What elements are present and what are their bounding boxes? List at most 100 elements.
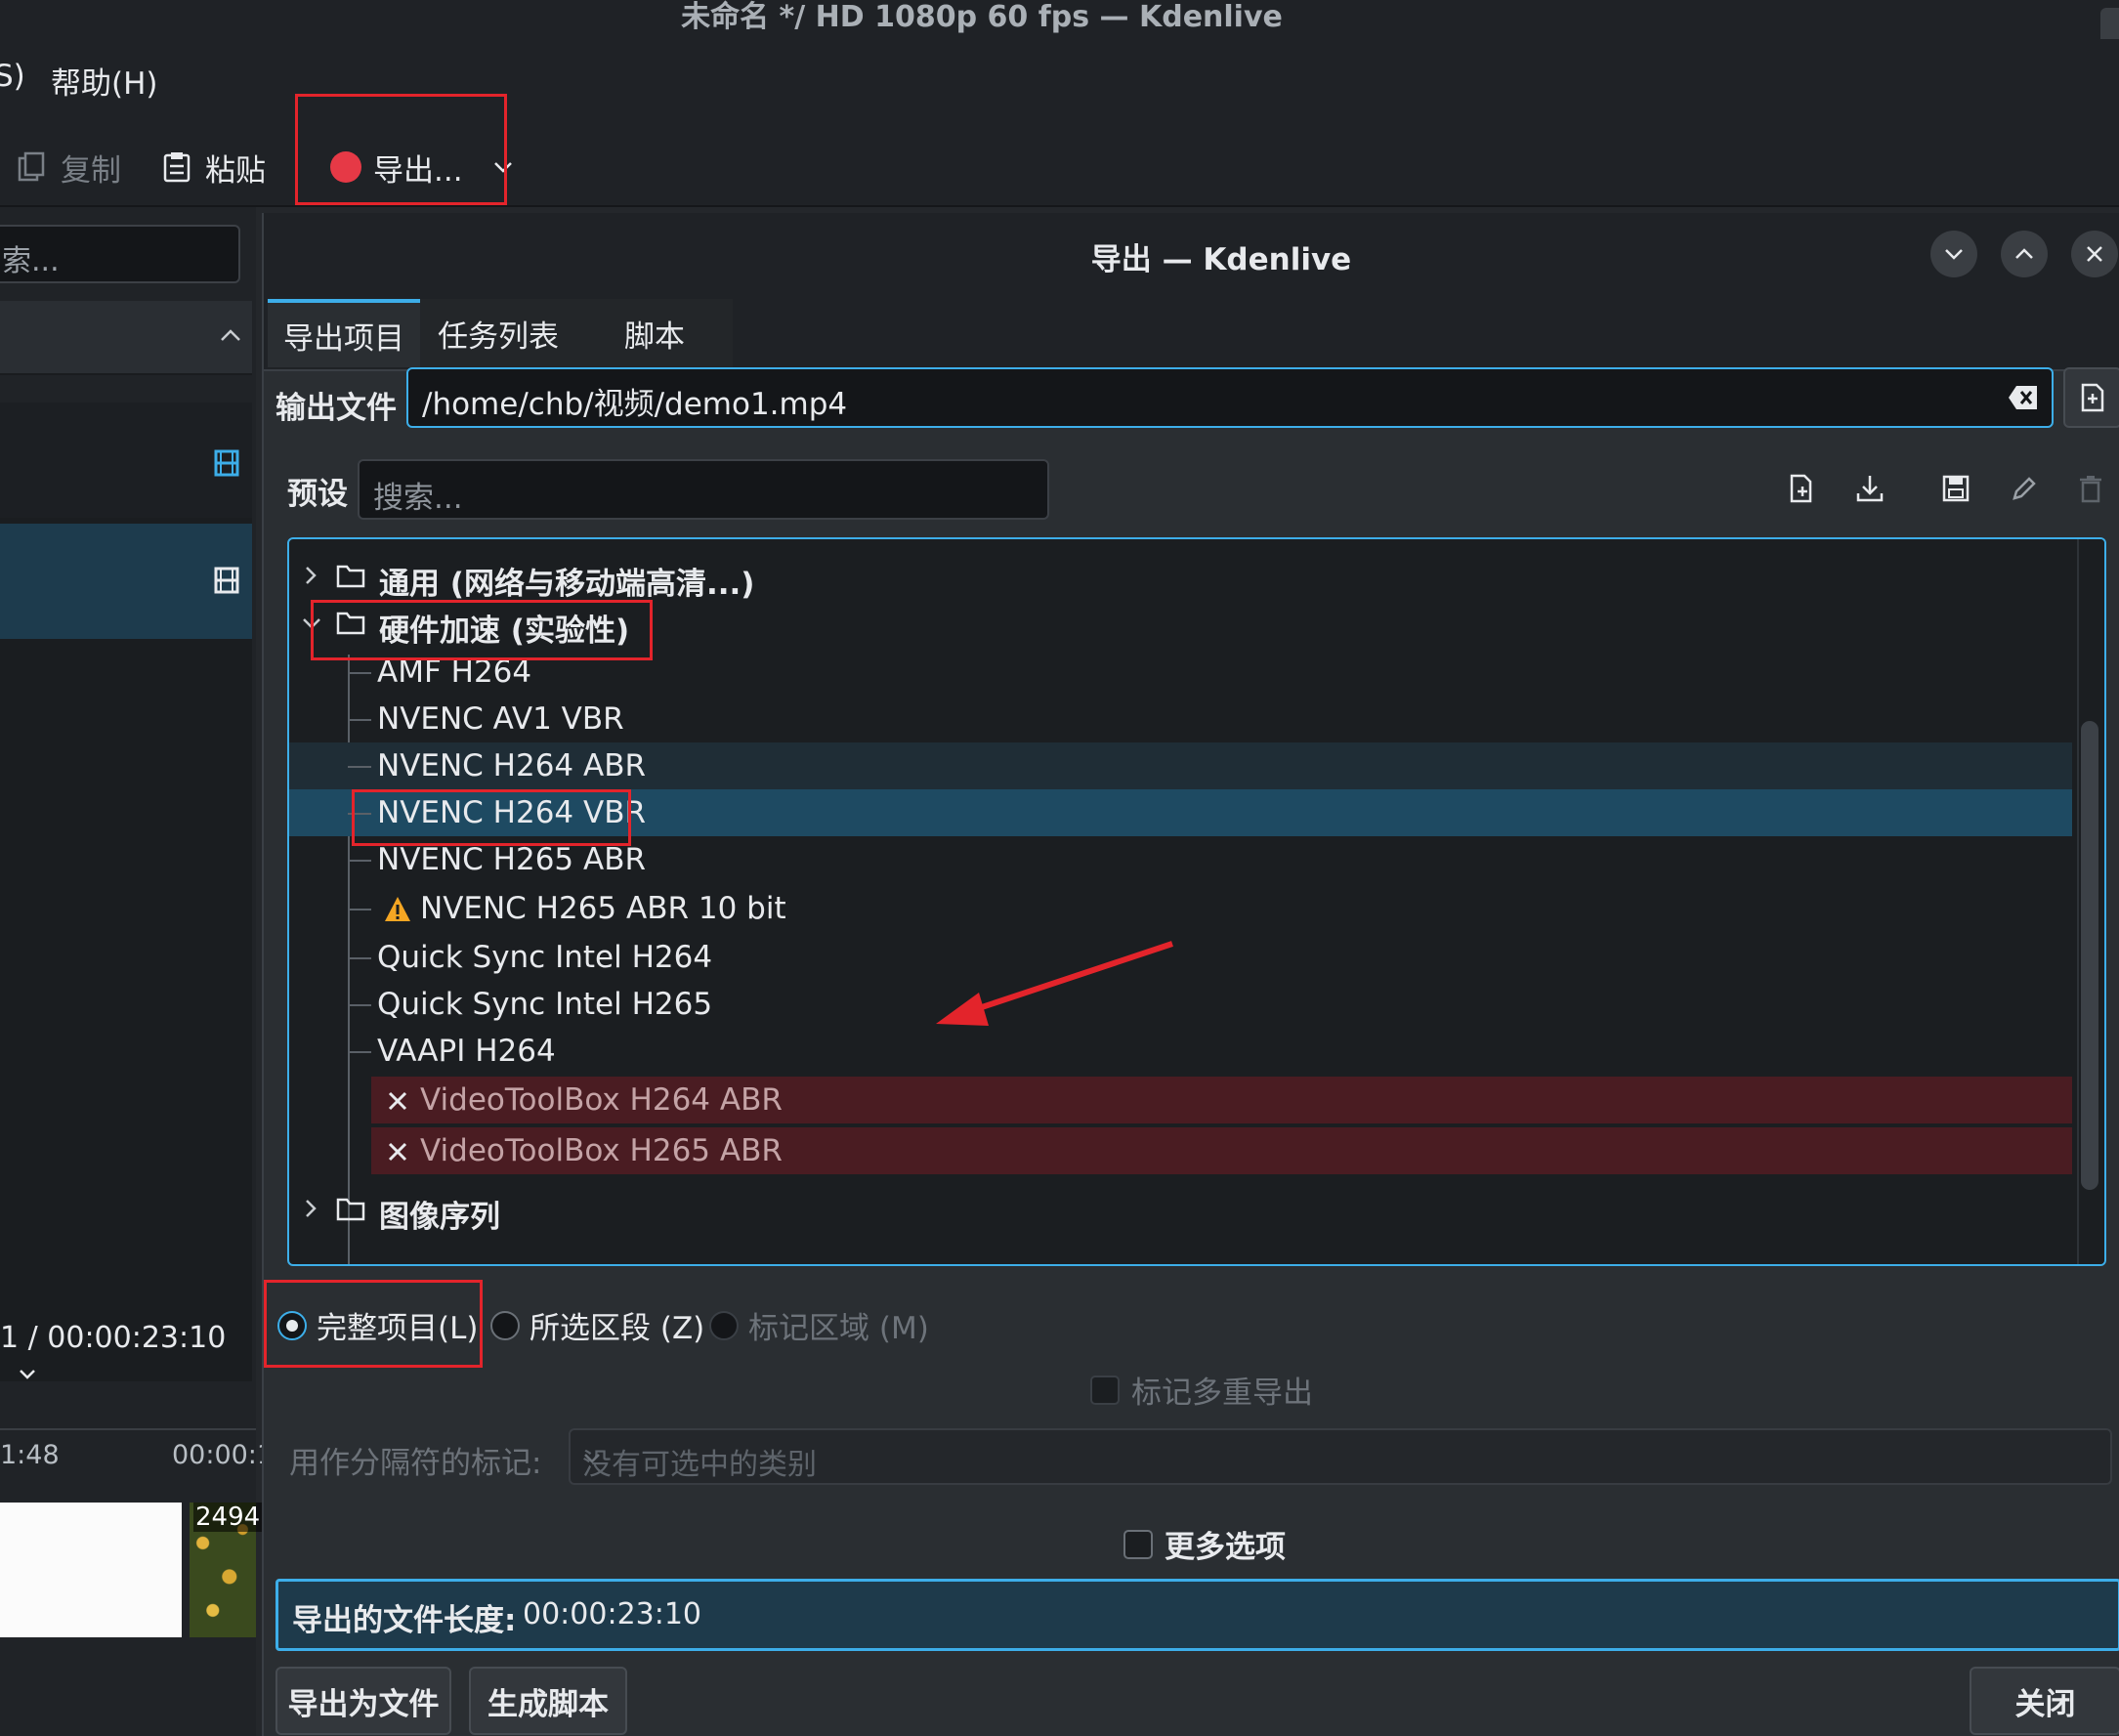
preset-item-label: VAAPI H264 [377,1034,556,1069]
render-dialog: 导出 — Kdenlive 导出项目 任务列表 脚本 输出文件 /home/ch… [262,213,2119,1736]
tree-branch [348,909,371,910]
chevron-up-icon [2013,243,2035,265]
edit-preset-button[interactable] [2005,469,2044,508]
preset-item[interactable]: NVENC H264 ABR [289,742,2072,789]
save-preset-button[interactable] [1936,469,1975,508]
tree-scrollbar-handle[interactable] [2081,721,2098,1190]
annotation-box-selected-preset [352,789,631,846]
radio-indicator [490,1310,520,1340]
checkbox-box [1090,1375,1120,1405]
preset-item-label: NVENC AV1 VBR [377,701,624,737]
preset-item-warning[interactable]: NVENC H265 ABR 10 bit [289,885,2072,932]
bin-search-input[interactable]: 索... [0,225,240,283]
chevron-right-icon[interactable] [301,565,320,586]
window-titlebar: 未命名 */ HD 1080p 60 fps — Kdenlive [0,0,2119,115]
length-value: 00:00:23:10 [523,1597,702,1631]
preset-item-label: VideoToolBox H264 ABR [420,1082,783,1118]
chevron-right-icon[interactable] [301,1198,320,1219]
tree-branch [348,719,371,721]
bin-clip-row-selected[interactable] [0,524,252,639]
maximize-button[interactable] [2001,231,2048,277]
radio-label: 标记区域 (M) [748,1311,929,1346]
trash-icon [2078,474,2103,503]
new-file-icon [1788,474,1815,503]
bin-clip-row[interactable] [0,402,252,518]
preset-search-input[interactable]: 搜索... [358,459,1049,520]
annotation-box-full-project [264,1280,483,1368]
menu-item-partial[interactable]: S) [0,59,25,94]
copy-label: 复制 [61,152,121,189]
clear-text-icon[interactable] [2007,383,2040,412]
radio-marked-zone[interactable]: 标记区域 (M) [709,1303,929,1347]
tree-branch [348,957,371,959]
tab-render-project[interactable]: 导出项目 [268,299,420,367]
preset-item-label: NVENC H265 ABR [377,842,647,877]
copy-button[interactable]: 复制 [16,143,121,191]
menu-item-help[interactable]: 帮助(H) [51,59,158,103]
render-range-group: 完整项目(L) 所选区段 (Z) 标记区域 (M) [264,1290,2119,1358]
clip-thumbnail-white[interactable] [0,1503,182,1637]
preset-item-label: Quick Sync Intel H264 [377,940,713,975]
close-button[interactable]: 关闭 [1970,1667,2119,1735]
dialog-titlebar: 导出 — Kdenlive [264,213,2119,297]
preset-item[interactable]: NVENC AV1 VBR [289,696,2072,742]
preset-item-label: NVENC H265 ABR 10 bit [420,891,786,926]
radio-label: 所选区段 (Z) [530,1311,705,1346]
close-window-button[interactable] [2071,231,2118,277]
clip-thumbnail-flowers[interactable]: 2494 [190,1503,263,1637]
cross-icon [383,1086,412,1116]
output-file-value: /home/chb/视频/demo1.mp4 [422,387,848,422]
preset-item-label: VideoToolBox H265 ABR [420,1133,783,1168]
minimize-button[interactable] [1930,231,1977,277]
output-file-input[interactable]: /home/chb/视频/demo1.mp4 [406,367,2054,428]
more-options-checkbox[interactable]: 更多选项 [1123,1522,1286,1566]
browse-file-button[interactable] [2063,367,2119,428]
output-file-label: 输出文件 [275,391,397,426]
paste-label: 粘贴 [205,152,266,189]
download-icon [1855,474,1885,503]
tree-branch [348,860,371,862]
cross-icon [383,1137,412,1166]
monitor-timecode[interactable]: 1 / 00:00:23:10 [0,1321,256,1389]
annotation-arrow [936,941,1173,1026]
paste-button[interactable]: 粘贴 [160,143,266,191]
tree-folder-image-sequence[interactable]: 图像序列 [289,1186,2072,1235]
window-title: 未命名 */ HD 1080p 60 fps — Kdenlive [681,0,1283,34]
tree-branch [348,672,371,674]
checkbox-label: 标记多重导出 [1131,1376,1313,1411]
separator-select[interactable]: 没有可选中的类别 [569,1428,2112,1485]
folder-icon [336,563,365,588]
new-preset-button[interactable] [1782,469,1821,508]
checkbox-label: 更多选项 [1165,1530,1286,1565]
paste-icon [160,150,193,184]
timecode-text: 1 / 00:00:23:10 [0,1321,227,1355]
tree-branch [348,1051,371,1053]
length-label: 导出的文件长度: [292,1603,517,1638]
timeline-ruler[interactable]: 1:48 00:00:1 [0,1428,274,1508]
film-icon [213,449,240,477]
preset-item-unavailable[interactable]: VideoToolBox H265 ABR [371,1127,2072,1174]
download-preset-button[interactable] [1850,469,1889,508]
multi-export-checkbox[interactable]: 标记多重导出 [1090,1368,1313,1412]
preset-item-label: NVENC H264 ABR [377,748,647,783]
separator-label: 用作分隔符的标记: [289,1446,542,1481]
tree-branch [348,766,371,768]
chevron-down-icon [582,1448,2098,1467]
multi-export-row: 标记多重导出 [264,1358,2119,1417]
close-icon [2084,243,2105,265]
chevron-down-icon[interactable] [18,1364,37,1383]
tab-job-queue[interactable]: 任务列表 [420,299,576,367]
preset-search-placeholder: 搜索... [373,481,463,516]
dialog-title: 导出 — Kdenlive [1090,242,1352,277]
tab-scripts[interactable]: 脚本 [576,299,733,367]
annotation-box-hardware-folder [311,600,653,660]
chevron-up-icon[interactable] [219,324,242,348]
tree-folder-general[interactable]: 通用 (网络与移动端高清...) [289,553,2072,602]
delete-preset-button[interactable] [2071,469,2110,508]
radio-selected-zone[interactable]: 所选区段 (Z) [490,1303,704,1347]
separator-row: 用作分隔符的标记: 没有可选中的类别 [264,1417,2119,1495]
film-icon [213,567,240,594]
render-to-file-button[interactable]: 导出为文件 [275,1667,451,1735]
generate-script-button[interactable]: 生成脚本 [469,1667,627,1735]
preset-item-unavailable[interactable]: VideoToolBox H264 ABR [371,1077,2072,1123]
